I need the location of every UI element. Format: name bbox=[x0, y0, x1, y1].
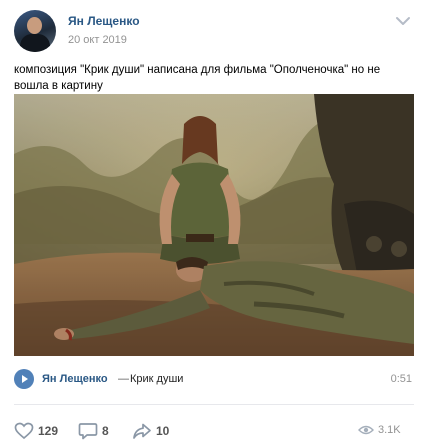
avatar[interactable] bbox=[14, 10, 56, 52]
audio-title[interactable]: Крик души bbox=[130, 373, 183, 385]
comment-icon bbox=[78, 423, 98, 440]
audio-separator: — bbox=[118, 373, 129, 385]
repost-button[interactable]: 10 bbox=[132, 420, 186, 442]
post-header: Ян Лещенко 20 окт 2019 bbox=[14, 10, 414, 54]
like-button[interactable]: 129 bbox=[14, 420, 74, 442]
audio-duration: 0:51 bbox=[390, 373, 412, 385]
avatar-shoulders bbox=[20, 34, 50, 52]
reposts-count: 10 bbox=[156, 424, 170, 438]
chevron-down-icon[interactable] bbox=[394, 14, 412, 28]
eye-icon bbox=[358, 425, 374, 435]
audio-artist[interactable]: Ян Лещенко bbox=[42, 373, 108, 385]
photo-image bbox=[14, 94, 414, 356]
post-text: композиция "Крик души" написана для филь… bbox=[14, 64, 381, 92]
comment-button[interactable]: 8 bbox=[78, 420, 128, 442]
post-photo[interactable] bbox=[14, 94, 414, 356]
likes-count: 129 bbox=[38, 424, 59, 438]
avatar-face bbox=[27, 17, 42, 34]
divider bbox=[14, 404, 414, 405]
comments-count: 8 bbox=[102, 424, 109, 438]
views-counter: 3.1K bbox=[358, 420, 412, 442]
share-icon bbox=[133, 423, 151, 439]
views-count: 3.1K bbox=[378, 424, 401, 436]
author-name[interactable]: Ян Лещенко bbox=[68, 14, 140, 28]
audio-attachment: Ян Лещенко — Крик души 0:51 bbox=[14, 368, 414, 390]
play-icon bbox=[22, 375, 28, 383]
post-actions: 129 8 10 3.1K bbox=[14, 420, 414, 442]
heart-icon bbox=[14, 422, 34, 440]
post-date[interactable]: 20 окт 2019 bbox=[68, 34, 127, 46]
play-button[interactable] bbox=[14, 369, 34, 389]
